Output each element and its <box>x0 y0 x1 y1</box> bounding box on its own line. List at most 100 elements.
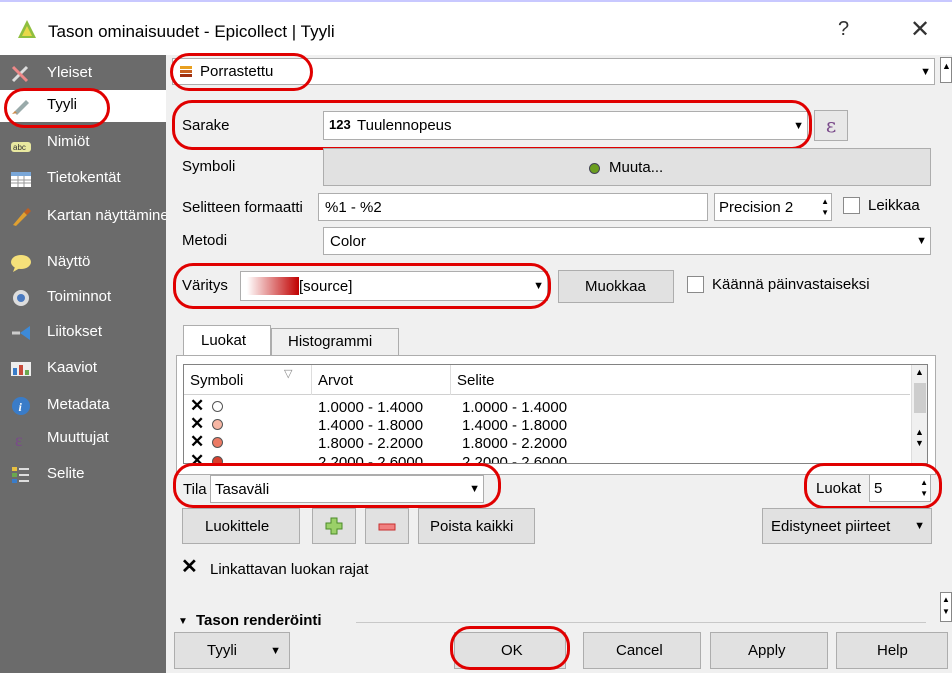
apply-button[interactable]: Apply <box>710 632 828 669</box>
expression-button[interactable]: ε <box>814 110 848 141</box>
tools-icon <box>11 65 29 83</box>
advanced-button[interactable]: Edistyneet piirteet ▼ <box>762 508 932 544</box>
class-values: 1.8000 - 2.2000 <box>318 435 424 452</box>
header-legend[interactable]: Selite <box>457 372 495 389</box>
color-ramp-label: Väritys <box>182 277 228 294</box>
style-menu-button[interactable]: Tyyli ▼ <box>174 632 290 669</box>
method-value: Color <box>330 233 366 250</box>
header-symbol[interactable]: Symboli <box>190 372 243 389</box>
sidebar-item-tietokentat[interactable]: Tietokentät <box>0 163 166 195</box>
panel-scrollbar[interactable]: ▲ ▼ <box>940 592 952 622</box>
sidebar-item-label: Tyyli <box>47 96 77 113</box>
scroll-thumb[interactable] <box>914 383 926 413</box>
class-values: 1.0000 - 1.4000 <box>318 399 424 416</box>
mode-label: Tila <box>183 481 207 498</box>
sidebar-item-metadata[interactable]: i Metadata <box>0 390 166 422</box>
trim-checkbox[interactable] <box>843 197 860 214</box>
checkbox-checked-icon[interactable]: ✕ <box>190 432 204 452</box>
ok-button[interactable]: OK <box>454 632 566 669</box>
change-symbol-button[interactable]: Muuta... <box>323 148 931 186</box>
scrollbar-up[interactable]: ▲ <box>940 57 952 83</box>
checkbox-checked-icon[interactable]: ✕ <box>190 414 204 434</box>
legend-icon <box>12 467 29 483</box>
sidebar-item-kaaviot[interactable]: Kaaviot <box>0 353 166 385</box>
checkbox-checked-icon[interactable]: ✕ <box>190 451 204 463</box>
method-combo[interactable]: Color ▼ <box>323 227 931 255</box>
sidebar-item-label: Liitokset <box>47 323 103 340</box>
column-combo[interactable]: 123 Tuulennopeus ▼ <box>323 111 808 140</box>
help-button[interactable]: Help <box>836 632 948 669</box>
symbol-preview-icon <box>589 163 600 174</box>
classes-spinbox[interactable]: 5 ▲ ▼ <box>869 474 931 502</box>
sidebar-item-yleiset[interactable]: Yleiset <box>0 58 166 90</box>
table-row[interactable]: ✕ 1.0000 - 1.4000 1.0000 - 1.4000 <box>184 396 910 416</box>
renderer-type-combo[interactable]: Porrastettu ▼ <box>172 58 935 85</box>
sidebar-item-liitokset[interactable]: Liitokset <box>0 317 166 349</box>
sidebar-item-muuttujat[interactable]: ε Muuttujat <box>0 423 166 455</box>
legend-format-value: %1 - %2 <box>325 199 382 216</box>
help-title-button[interactable]: ? <box>838 18 849 41</box>
cancel-button[interactable]: Cancel <box>583 632 701 669</box>
scroll-down-icon[interactable]: ▲ ▼ <box>915 427 924 449</box>
chevron-down-icon: ▼ <box>533 280 544 292</box>
join-icon <box>12 326 30 340</box>
close-button[interactable]: ✕ <box>910 15 930 44</box>
class-symbol-icon[interactable] <box>212 437 223 448</box>
class-symbol-icon[interactable] <box>212 401 223 412</box>
remove-class-button[interactable] <box>365 508 409 544</box>
precision-spinbox[interactable]: Precision 2 ▲ ▼ <box>714 193 832 221</box>
link-bounds-checkbox[interactable]: ✕ <box>181 557 198 577</box>
delete-all-label: Poista kaikki <box>430 518 514 535</box>
class-legend: 1.8000 - 2.2000 <box>462 435 568 452</box>
mode-combo[interactable]: Tasaväli ▼ <box>210 475 484 503</box>
paint-icon <box>13 208 31 226</box>
column-value: Tuulennopeus <box>357 117 452 134</box>
add-class-button[interactable] <box>312 508 356 544</box>
tab-luokat[interactable]: Luokat <box>183 325 271 356</box>
table-row[interactable]: ✕ 1.8000 - 2.2000 1.8000 - 2.2000 <box>184 432 910 452</box>
numeric-field-icon: 123 <box>329 117 351 132</box>
class-legend: 1.4000 - 1.8000 <box>462 417 568 434</box>
header-values[interactable]: Arvot <box>318 372 353 389</box>
chevron-down-icon: ▼ <box>469 483 480 495</box>
table-icon <box>11 172 31 187</box>
chevron-down-icon: ▼ <box>916 235 927 247</box>
trim-label: Leikkaa <box>868 197 920 214</box>
sidebar-item-nimiot[interactable]: abc Nimiöt <box>0 131 166 163</box>
tab-histogrammi[interactable]: Histogrammi <box>271 328 399 355</box>
sidebar-item-label: Yleiset <box>47 64 93 81</box>
legend-format-input[interactable]: %1 - %2 <box>318 193 708 221</box>
class-values: 2.2000 - 2.6000 <box>318 454 424 464</box>
table-row[interactable]: ✕ 2.2000 - 2.6000 2.2000 - 2.6000 <box>184 451 910 464</box>
color-ramp-combo[interactable]: [source] ▼ <box>240 271 548 301</box>
sidebar-item-naytto[interactable]: Näyttö <box>0 247 166 279</box>
table-scrollbar[interactable]: ▲ ▲ ▼ <box>911 365 927 463</box>
scroll-up-icon[interactable]: ▲ <box>915 367 924 377</box>
link-bounds-label: Linkattavan luokan rajat <box>210 561 369 578</box>
minus-icon <box>378 523 396 531</box>
checkbox-checked-icon[interactable]: ✕ <box>190 396 204 416</box>
ok-label: OK <box>501 642 523 659</box>
graduated-renderer-icon <box>180 66 192 77</box>
invert-checkbox[interactable] <box>687 276 704 293</box>
class-table[interactable]: Symboli ▽ Arvot Selite ✕ 1.0000 - 1.4000… <box>183 364 928 464</box>
class-legend: 2.2000 - 2.6000 <box>462 454 568 464</box>
sidebar-item-tyyli[interactable]: Tyyli <box>0 90 166 122</box>
invert-label: Käännä päinvastaiseksi <box>712 276 870 293</box>
color-ramp-preview <box>247 277 299 295</box>
collapse-triangle-icon[interactable]: ▼ <box>178 616 188 627</box>
edit-ramp-button[interactable]: Muokkaa <box>558 270 674 303</box>
sidebar-item-kartan-nayttaminen[interactable]: Kartan näyttäminen <box>0 201 166 233</box>
classify-button[interactable]: Luokittele <box>182 508 300 544</box>
mode-value: Tasaväli <box>215 481 270 498</box>
epsilon-icon: ε <box>825 113 837 137</box>
speech-bubble-icon <box>11 255 31 272</box>
chevron-down-icon: ▼ <box>914 520 925 532</box>
sidebar-item-selite[interactable]: Selite <box>0 459 166 491</box>
class-symbol-icon[interactable] <box>212 456 223 463</box>
delete-all-button[interactable]: Poista kaikki <box>418 508 535 544</box>
sidebar-item-toiminnot[interactable]: Toiminnot <box>0 282 166 314</box>
class-symbol-icon[interactable] <box>212 419 223 430</box>
table-row[interactable]: ✕ 1.4000 - 1.8000 1.4000 - 1.8000 <box>184 414 910 434</box>
precision-value: Precision 2 <box>719 199 794 216</box>
